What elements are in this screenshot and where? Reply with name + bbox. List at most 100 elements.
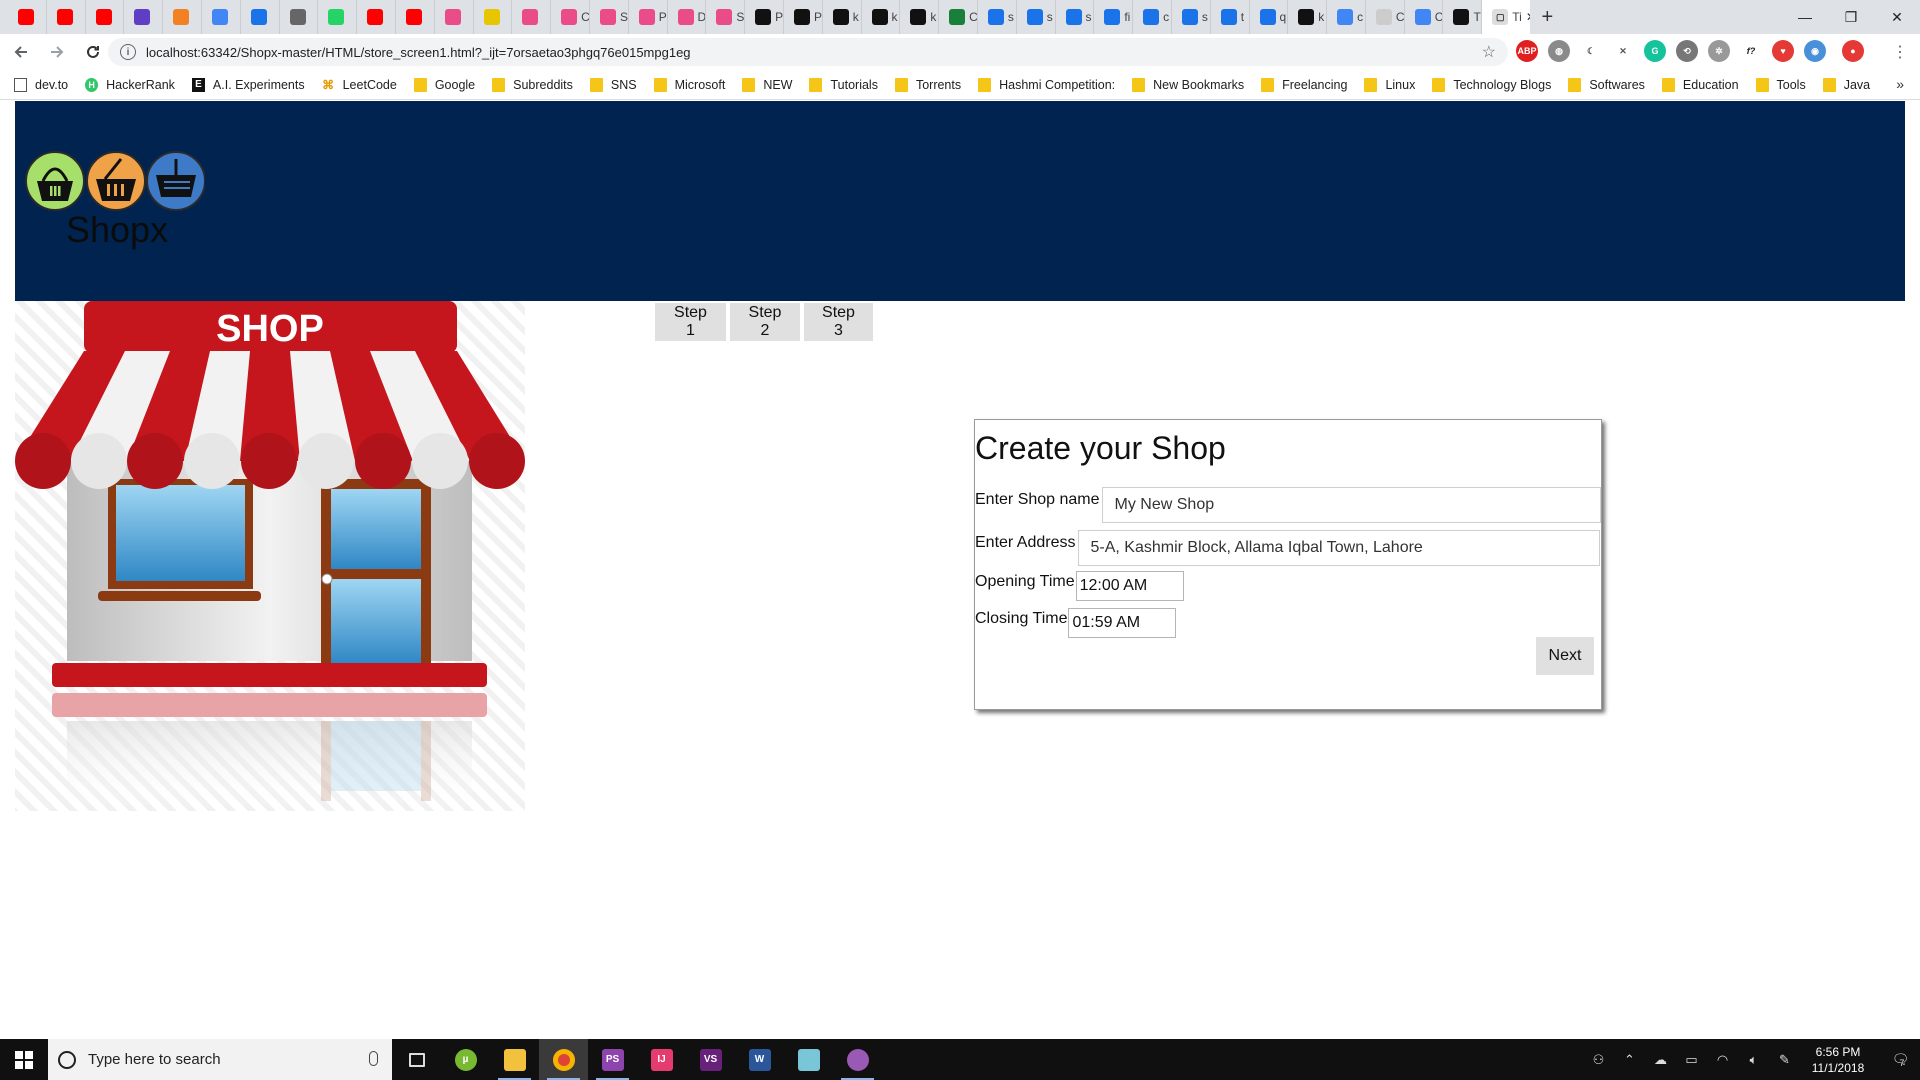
tab-item[interactable]: k (900, 0, 940, 34)
tab-item[interactable] (86, 0, 125, 34)
tab-item[interactable] (124, 0, 164, 34)
bookmark-item[interactable]: Google (413, 77, 475, 92)
taskbar-file-explorer[interactable] (490, 1039, 539, 1080)
tab-item[interactable] (280, 0, 319, 34)
tab-item[interactable]: P (745, 0, 784, 34)
bookmark-item[interactable]: Subreddits (492, 77, 573, 92)
tab-item[interactable]: t (1211, 0, 1250, 34)
pen-icon[interactable]: ✎ (1769, 1052, 1800, 1068)
taskbar-phpstorm[interactable]: PS (588, 1039, 637, 1080)
people-icon[interactable]: ⚇ (1583, 1052, 1614, 1068)
fontface-icon[interactable]: f? (1740, 40, 1762, 62)
tab-item[interactable]: P (629, 0, 668, 34)
chevron-up-icon[interactable]: ⌃ (1614, 1052, 1645, 1068)
bookmark-item[interactable]: Tutorials (809, 77, 878, 92)
bookmark-item[interactable]: Torrents (894, 77, 961, 92)
address-input[interactable]: 5-A, Kashmir Block, Allama Iqbal Town, L… (1077, 530, 1600, 566)
tab-item[interactable]: k (823, 0, 862, 34)
taskbar-app-circle[interactable] (833, 1039, 882, 1080)
bookmark-item[interactable]: Freelancing (1261, 77, 1347, 92)
moon-icon[interactable]: ☾ (1580, 40, 1602, 62)
minimize-button[interactable]: — (1782, 0, 1828, 34)
taskbar-word[interactable]: W (735, 1039, 784, 1080)
bookmark-item[interactable]: Linux (1364, 77, 1415, 92)
bookmark-item[interactable]: Tools (1755, 77, 1806, 92)
tab-item[interactable]: q (1250, 0, 1289, 34)
taskbar-search[interactable]: Type here to search (48, 1039, 392, 1080)
bookmark-item[interactable]: Microsoft (653, 77, 725, 92)
tab-item[interactable]: k (1288, 0, 1328, 34)
battery-icon[interactable]: ▭ (1676, 1052, 1707, 1068)
grammarly-icon[interactable]: G (1644, 40, 1666, 62)
taskbar-utorrent[interactable]: µ (441, 1039, 490, 1080)
globe-icon[interactable]: ◍ (1548, 40, 1570, 62)
taskbar-visual-studio[interactable]: VS (686, 1039, 735, 1080)
bookmark-star-icon[interactable]: ☆ (1482, 42, 1496, 62)
tab-item[interactable] (512, 0, 552, 34)
start-button[interactable] (0, 1039, 48, 1080)
tab-item[interactable] (241, 0, 280, 34)
opening-time-input[interactable]: 12:00 AM (1075, 571, 1184, 601)
bookmark-item[interactable]: New Bookmarks (1132, 77, 1244, 92)
tab-item[interactable]: P (784, 0, 823, 34)
bookmark-item[interactable]: E A.I. Experiments (191, 77, 305, 92)
tab-item[interactable] (202, 0, 241, 34)
tab-item[interactable]: s (978, 0, 1017, 34)
tab-item[interactable]: D (668, 0, 707, 34)
tab-item[interactable]: s (1017, 0, 1056, 34)
tab-item[interactable]: fi (1094, 0, 1134, 34)
tab-item[interactable] (435, 0, 474, 34)
tab-item[interactable] (163, 0, 202, 34)
tab-item[interactable]: c (1327, 0, 1366, 34)
adblock-icon[interactable]: ABP (1516, 40, 1538, 62)
tab-active[interactable]: ▢ Ti ✕ (1482, 0, 1531, 34)
tab-item[interactable]: S (590, 0, 629, 34)
action-center-button[interactable]: 🗨︎ 7 (1876, 1051, 1920, 1068)
bookmark-item[interactable]: H HackerRank (85, 77, 175, 92)
taskbar-notepad[interactable] (784, 1039, 833, 1080)
tab-item[interactable]: C (939, 0, 978, 34)
next-button[interactable]: Next (1536, 637, 1594, 675)
tab-item[interactable] (8, 0, 47, 34)
browser-menu-icon[interactable]: ⋮ (1892, 42, 1908, 62)
shop-name-input[interactable]: My New Shop (1101, 487, 1601, 523)
wifi-icon[interactable]: ◠ (1707, 1052, 1738, 1068)
reload-button[interactable] (78, 37, 108, 67)
tab-item[interactable] (396, 0, 435, 34)
tab-item[interactable]: C (1366, 0, 1405, 34)
back-button[interactable] (6, 37, 36, 67)
tab-step-1[interactable]: Step 1 (655, 303, 726, 341)
tab-item[interactable]: c (1133, 0, 1172, 34)
bookmark-item[interactable]: Technology Blogs (1432, 77, 1551, 92)
profile-avatar[interactable]: ● (1842, 40, 1864, 62)
bookmark-item[interactable]: SNS (589, 77, 637, 92)
cross-extension-icon[interactable]: ✕ (1612, 40, 1634, 62)
tab-item[interactable]: S (706, 0, 746, 34)
bookmark-item[interactable]: Education (1661, 77, 1739, 92)
gear-extension-icon[interactable]: ✲ (1708, 40, 1730, 62)
sync-extension-icon[interactable]: ⟲ (1676, 40, 1698, 62)
info-icon[interactable]: i (120, 44, 136, 60)
tab-item[interactable]: C (1405, 0, 1444, 34)
bookmark-item[interactable]: Softwares (1568, 77, 1645, 92)
closing-time-input[interactable]: 01:59 AM (1068, 608, 1177, 638)
task-view-button[interactable] (392, 1039, 441, 1080)
address-bar[interactable]: i localhost:63342/Shopx-master/HTML/stor… (108, 38, 1508, 66)
volume-icon[interactable]: 🔈︎ (1738, 1052, 1769, 1068)
bookmark-item[interactable]: NEW (742, 77, 792, 92)
bookmark-item[interactable]: dev.to (14, 77, 68, 92)
cloud-icon[interactable]: ☁ (1645, 1052, 1676, 1068)
taskbar-intellij[interactable]: IJ (637, 1039, 686, 1080)
bookmark-item[interactable]: Java (1822, 77, 1870, 92)
microphone-icon[interactable] (369, 1051, 378, 1066)
tab-item[interactable]: T (1443, 0, 1483, 34)
restore-button[interactable]: ❐ (1828, 0, 1874, 34)
taskbar-chrome[interactable] (539, 1039, 588, 1080)
heart-extension-icon[interactable]: ♥ (1772, 40, 1794, 62)
tab-item[interactable] (357, 0, 396, 34)
bookmark-item[interactable]: Hashmi Competition: (978, 77, 1115, 92)
tab-item[interactable] (47, 0, 86, 34)
new-tab-button[interactable]: + (1530, 0, 1564, 34)
clock[interactable]: 6:56 PM 11/1/2018 (1800, 1044, 1876, 1076)
tab-item[interactable] (474, 0, 513, 34)
